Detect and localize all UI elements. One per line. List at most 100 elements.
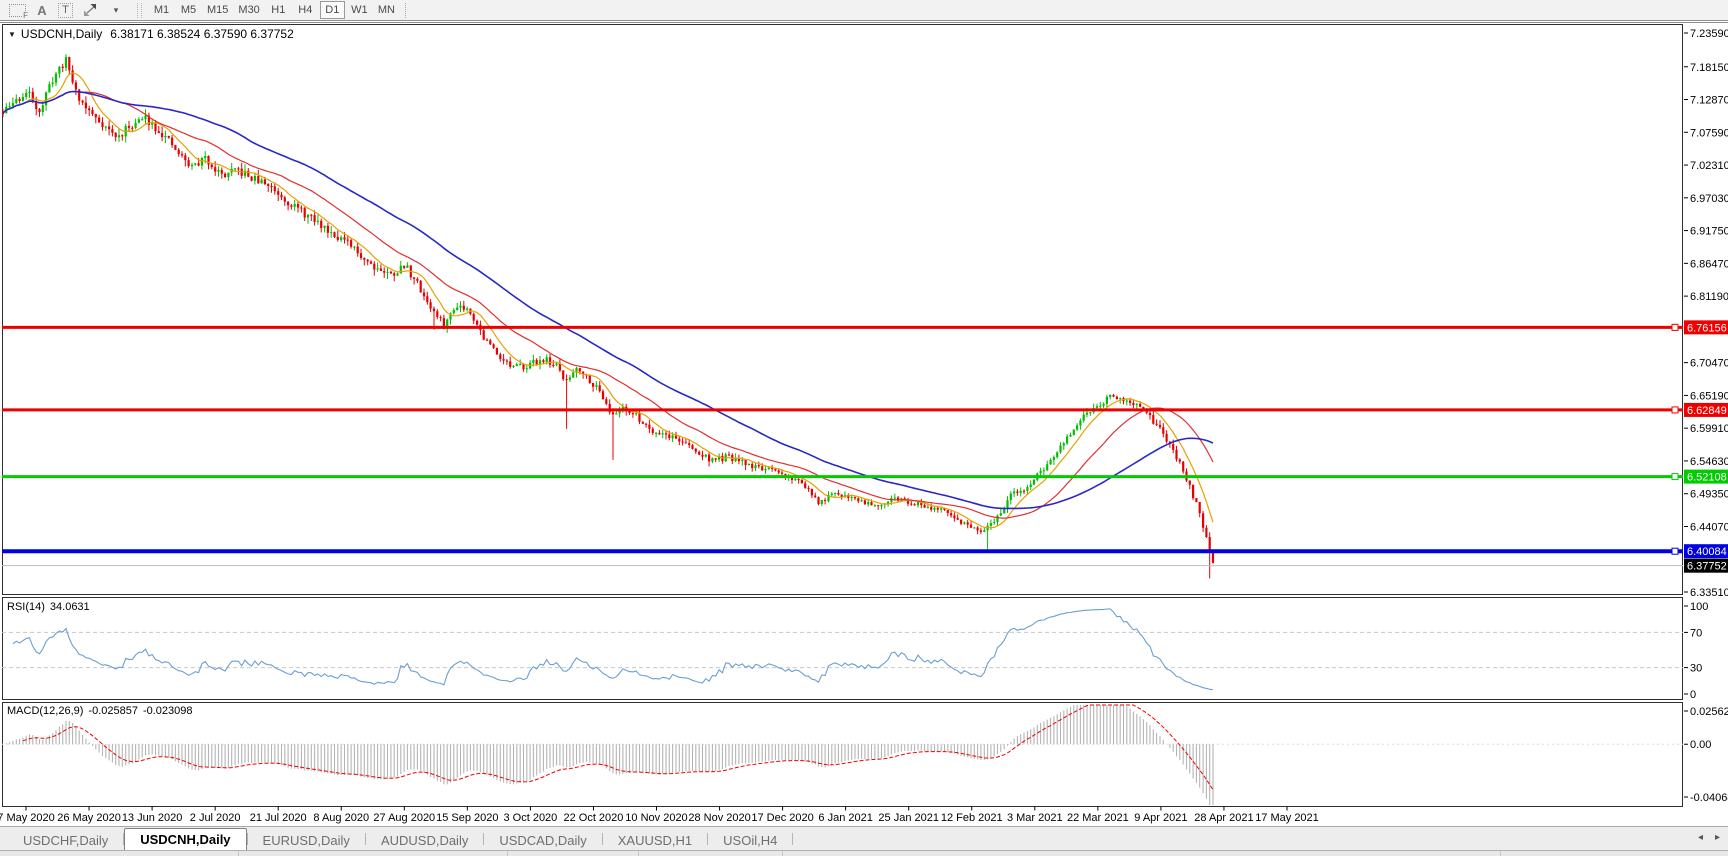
macd-main-value: -0.025857 — [88, 705, 138, 717]
svg-text:6 Jan 2021: 6 Jan 2021 — [818, 812, 872, 824]
timeframe-h1-button[interactable]: H1 — [266, 1, 291, 19]
timeframe-m15-button[interactable]: M15 — [203, 1, 232, 19]
timeframe-m1-button[interactable]: M1 — [149, 1, 174, 19]
chevron-down-icon: ▾ — [113, 4, 119, 15]
svg-text:6.44070: 6.44070 — [1690, 521, 1728, 533]
svg-text:12 Feb 2021: 12 Feb 2021 — [941, 812, 1003, 824]
status-bar-segment — [507, 851, 508, 856]
line-handle[interactable] — [1671, 323, 1679, 331]
tab-scroll-right-icon[interactable]: ▸ — [1715, 832, 1720, 844]
tab-audusd-daily[interactable]: AUDUSD,Daily — [366, 831, 483, 850]
tab-usoil-h4[interactable]: USOil,H4 — [708, 831, 792, 850]
tab-usdcnh-daily[interactable]: USDCNH,Daily — [124, 828, 247, 851]
svg-text:15 Sep 2020: 15 Sep 2020 — [436, 812, 498, 824]
macd-name: MACD(12,26,9) — [7, 705, 84, 717]
mt4-window: F A T ▾ M1 M5 M15 M30 H1 H4 D1 W1 MN 6.76156 6.62… — [0, 0, 1728, 856]
svg-text:-0.040687: -0.040687 — [1690, 792, 1728, 804]
svg-text:30: 30 — [1690, 663, 1702, 675]
svg-text:28 Apr 2021: 28 Apr 2021 — [1194, 812, 1253, 824]
svg-text:25 Jan 2021: 25 Jan 2021 — [878, 812, 939, 824]
dotted-rect-f-icon: F — [9, 3, 28, 20]
svg-text:6.65190: 6.65190 — [1690, 390, 1728, 402]
svg-text:17 Dec 2020: 17 Dec 2020 — [751, 812, 813, 824]
text-box-icon: T — [58, 2, 73, 18]
toolbar: F A T ▾ M1 M5 M15 M30 H1 H4 D1 W1 MN — [0, 0, 1728, 21]
svg-text:7.18150: 7.18150 — [1690, 62, 1728, 74]
chart-ohlc-values: 6.38171 6.38524 6.37590 6.37752 — [110, 27, 294, 41]
svg-text:9 Apr 2021: 9 Apr 2021 — [1134, 812, 1187, 824]
svg-text:7.12870: 7.12870 — [1690, 95, 1728, 107]
svg-text:6.33510: 6.33510 — [1690, 587, 1728, 599]
arrows-dropdown-button[interactable]: ▾ — [106, 1, 126, 19]
timeframe-h4-button[interactable]: H4 — [293, 1, 318, 19]
svg-text:22 Mar 2021: 22 Mar 2021 — [1067, 812, 1129, 824]
date-axis[interactable]: 7 May 2020 26 May 2020 13 Jun 2020 2 Jul 20… — [0, 806, 1319, 825]
svg-text:6.97030: 6.97030 — [1690, 193, 1728, 205]
price-axis[interactable]: 7.23590 7.18150 7.12870 7.07590 7.02310 6.970… — [1684, 28, 1728, 599]
rsi-name: RSI(14) — [7, 601, 45, 613]
chart-symbol-title: USDCNH,Daily — [20, 27, 103, 41]
svg-text:6.76156: 6.76156 — [1687, 322, 1727, 334]
dotted-rect-f-button[interactable]: F — [5, 1, 30, 20]
svg-text:3 Mar 2021: 3 Mar 2021 — [1007, 812, 1063, 824]
line-handle[interactable] — [1671, 473, 1679, 481]
svg-text:8 Aug 2020: 8 Aug 2020 — [313, 812, 369, 824]
status-bar — [0, 850, 1728, 856]
draw-arrows-button[interactable] — [79, 1, 104, 19]
chart-canvas[interactable]: 6.761566.628496.521086.400846.377527.235… — [0, 22, 1728, 826]
chart-tabs: USDCHF,Daily USDCNH,Daily EURUSD,Daily AUDU… — [0, 827, 1728, 851]
timeframe-mn-button[interactable]: MN — [374, 1, 399, 19]
svg-text:6.54630: 6.54630 — [1690, 456, 1728, 468]
svg-text:7.23590: 7.23590 — [1690, 28, 1728, 40]
text-annotation-button[interactable]: A — [32, 1, 52, 19]
macd-indicator-label: MACD(12,26,9) -0.025857 -0.023098 — [7, 705, 198, 717]
svg-text:22 Oct 2020: 22 Oct 2020 — [563, 812, 623, 824]
svg-text:0.00: 0.00 — [1690, 739, 1711, 751]
svg-text:7.02310: 7.02310 — [1690, 160, 1728, 172]
svg-text:26 May 2020: 26 May 2020 — [57, 812, 121, 824]
svg-text:6.86470: 6.86470 — [1690, 258, 1728, 270]
tab-usdchf-daily[interactable]: USDCHF,Daily — [8, 831, 123, 850]
tab-eurusd-daily[interactable]: EURUSD,Daily — [248, 831, 365, 850]
tab-usdcad-daily[interactable]: USDCAD,Daily — [484, 831, 601, 850]
line-handle[interactable] — [1671, 547, 1679, 555]
svg-text:100: 100 — [1690, 601, 1708, 613]
status-bar-segment — [1500, 851, 1501, 856]
svg-text:0.025623: 0.025623 — [1690, 706, 1728, 718]
tab-scroll-left-icon[interactable]: ◂ — [1698, 832, 1703, 844]
svg-text:28 Nov 2020: 28 Nov 2020 — [688, 812, 750, 824]
toolbar-separator — [404, 2, 406, 18]
draw-arrows-icon — [84, 4, 96, 16]
line-handle[interactable] — [1671, 406, 1679, 414]
chart-tab-bar: USDCHF,Daily USDCNH,Daily EURUSD,Daily AUDU… — [0, 826, 1728, 851]
svg-text:17 May 2021: 17 May 2021 — [1255, 812, 1319, 824]
svg-text:13 Jun 2020: 13 Jun 2020 — [122, 812, 183, 824]
svg-text:6.37752: 6.37752 — [1687, 561, 1727, 573]
svg-text:7.07590: 7.07590 — [1690, 127, 1728, 139]
f-letter: F — [22, 10, 28, 20]
text-box-button[interactable]: T — [54, 1, 77, 19]
timeframe-m30-button[interactable]: M30 — [234, 1, 263, 19]
svg-text:10 Nov 2020: 10 Nov 2020 — [625, 812, 687, 824]
macd-signal-value: -0.023098 — [142, 705, 193, 717]
timeframe-d1-button[interactable]: D1 — [319, 1, 345, 19]
svg-text:70: 70 — [1690, 627, 1702, 639]
svg-text:6.91750: 6.91750 — [1690, 226, 1728, 238]
svg-text:21 Jul 2020: 21 Jul 2020 — [250, 812, 307, 824]
svg-text:0: 0 — [1690, 689, 1696, 701]
status-bar-segment — [238, 851, 239, 856]
svg-text:6.49350: 6.49350 — [1690, 489, 1728, 501]
timeframe-w1-button[interactable]: W1 — [347, 1, 372, 19]
status-bar-segment — [638, 851, 639, 856]
tab-divider — [792, 832, 794, 845]
toolbar-grip[interactable] — [137, 2, 142, 18]
symbol-dropdown-icon[interactable]: ▼ — [8, 30, 16, 39]
timeframe-m5-button[interactable]: M5 — [176, 1, 201, 19]
svg-text:6.40084: 6.40084 — [1687, 546, 1727, 558]
tab-scroll-arrows: ◂ ▸ — [1698, 832, 1720, 844]
svg-text:3 Oct 2020: 3 Oct 2020 — [503, 812, 557, 824]
svg-text:2 Jul 2020: 2 Jul 2020 — [190, 812, 241, 824]
chart-title-row: ▼ USDCNH,Daily 6.38171 6.38524 6.37590 6.3… — [8, 27, 294, 41]
tab-xauusd-h1[interactable]: XAUUSD,H1 — [603, 831, 707, 850]
pane-borders — [2, 24, 1683, 807]
